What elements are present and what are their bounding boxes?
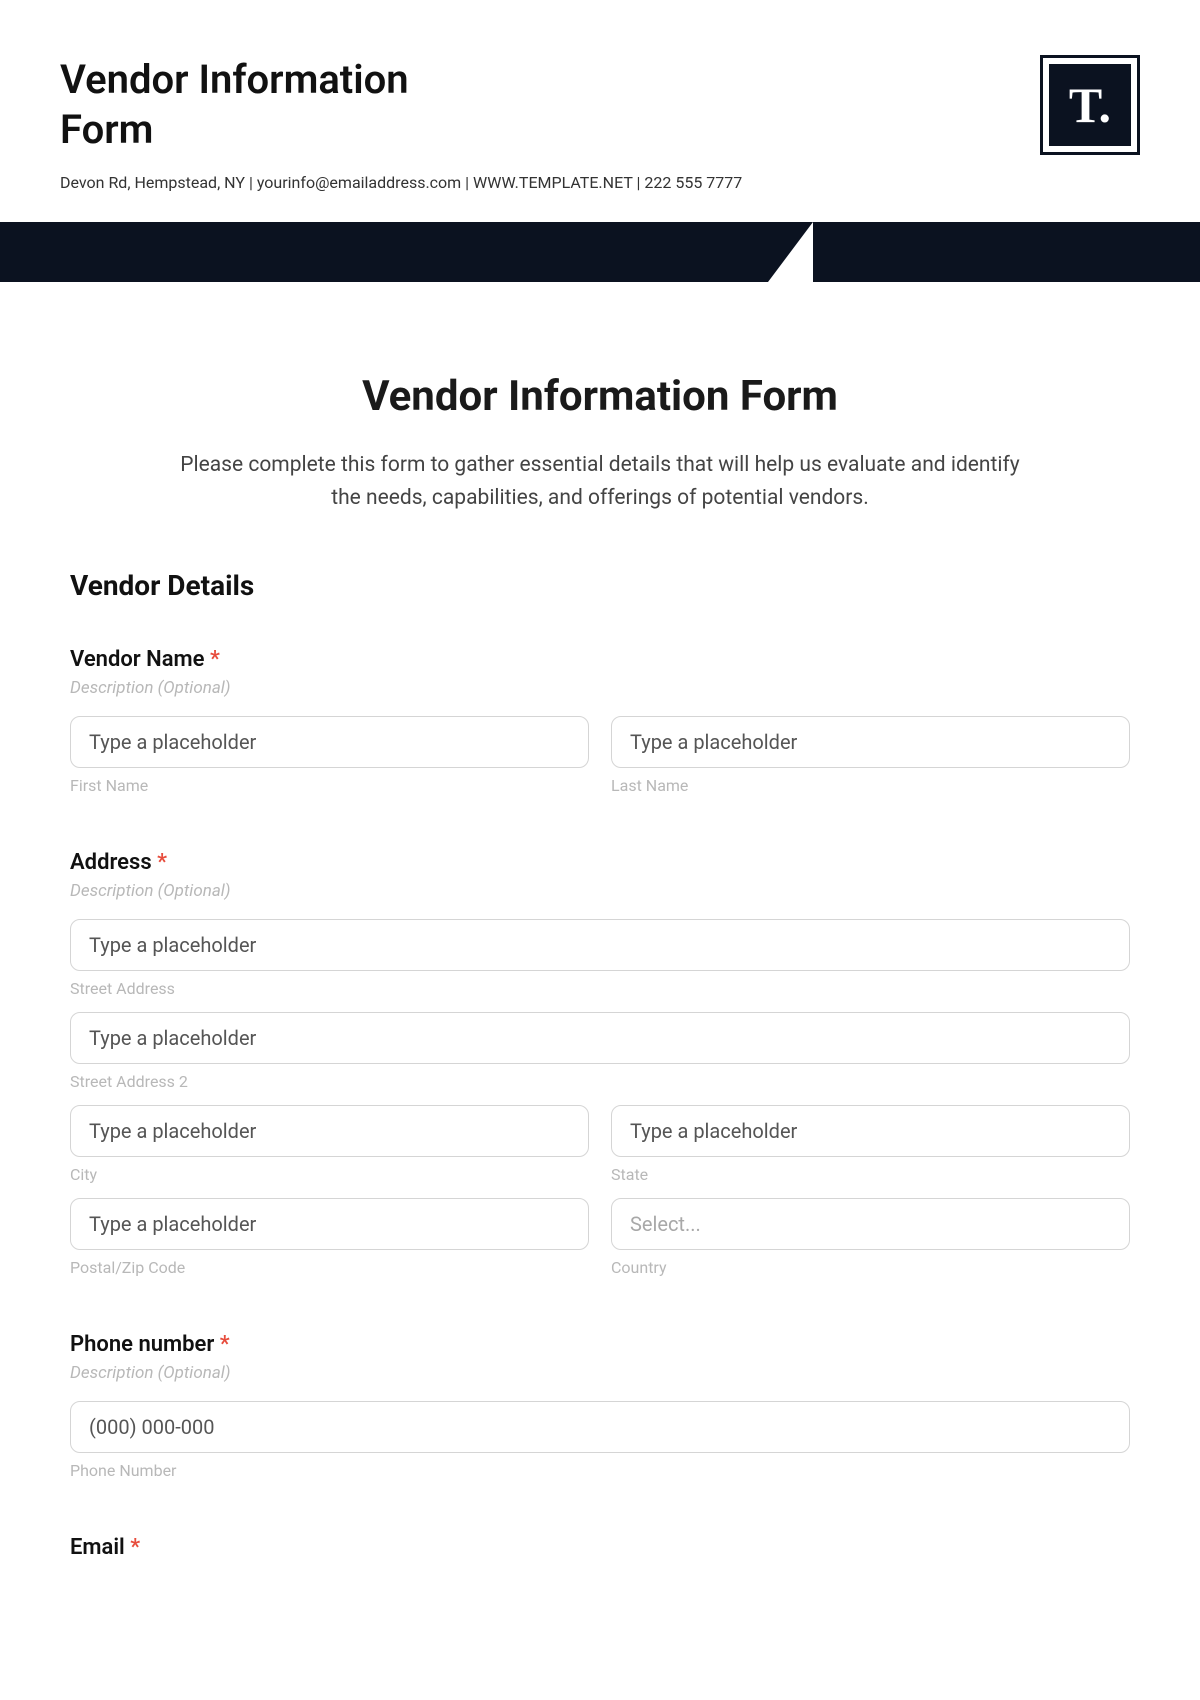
- street-address-input[interactable]: [70, 919, 1130, 971]
- address-label: Address *: [70, 850, 1130, 875]
- page-title: Vendor Information Form: [60, 55, 460, 155]
- last-name-sublabel: Last Name: [611, 776, 1130, 795]
- postal-code-input[interactable]: [70, 1198, 589, 1250]
- header-contact-line: Devon Rd, Hempstead, NY | yourinfo@email…: [60, 173, 1140, 192]
- vendor-name-desc: Description (Optional): [70, 678, 1130, 698]
- section-heading-vendor-details: Vendor Details: [70, 569, 1130, 602]
- phone-desc: Description (Optional): [70, 1363, 1130, 1383]
- vendor-name-label: Vendor Name *: [70, 647, 1130, 672]
- country-select[interactable]: Select...: [611, 1198, 1130, 1250]
- form-title: Vendor Information Form: [70, 372, 1130, 421]
- state-input[interactable]: [611, 1105, 1130, 1157]
- brand-logo-text: T.: [1049, 64, 1131, 146]
- street-address-sublabel: Street Address: [70, 979, 1130, 998]
- first-name-sublabel: First Name: [70, 776, 589, 795]
- decorative-bar: [0, 222, 1200, 282]
- brand-logo: T.: [1040, 55, 1140, 155]
- phone-number-input[interactable]: [70, 1401, 1130, 1453]
- phone-number-sublabel: Phone Number: [70, 1461, 1130, 1480]
- form-intro: Please complete this form to gather esse…: [175, 449, 1025, 514]
- country-sublabel: Country: [611, 1258, 1130, 1277]
- city-input[interactable]: [70, 1105, 589, 1157]
- phone-label: Phone number *: [70, 1332, 1130, 1357]
- postal-code-sublabel: Postal/Zip Code: [70, 1258, 589, 1277]
- street-address-2-sublabel: Street Address 2: [70, 1072, 1130, 1091]
- first-name-input[interactable]: [70, 716, 589, 768]
- state-sublabel: State: [611, 1165, 1130, 1184]
- last-name-input[interactable]: [611, 716, 1130, 768]
- email-label-cutoff: Email *: [70, 1535, 1130, 1560]
- address-desc: Description (Optional): [70, 881, 1130, 901]
- street-address-2-input[interactable]: [70, 1012, 1130, 1064]
- city-sublabel: City: [70, 1165, 589, 1184]
